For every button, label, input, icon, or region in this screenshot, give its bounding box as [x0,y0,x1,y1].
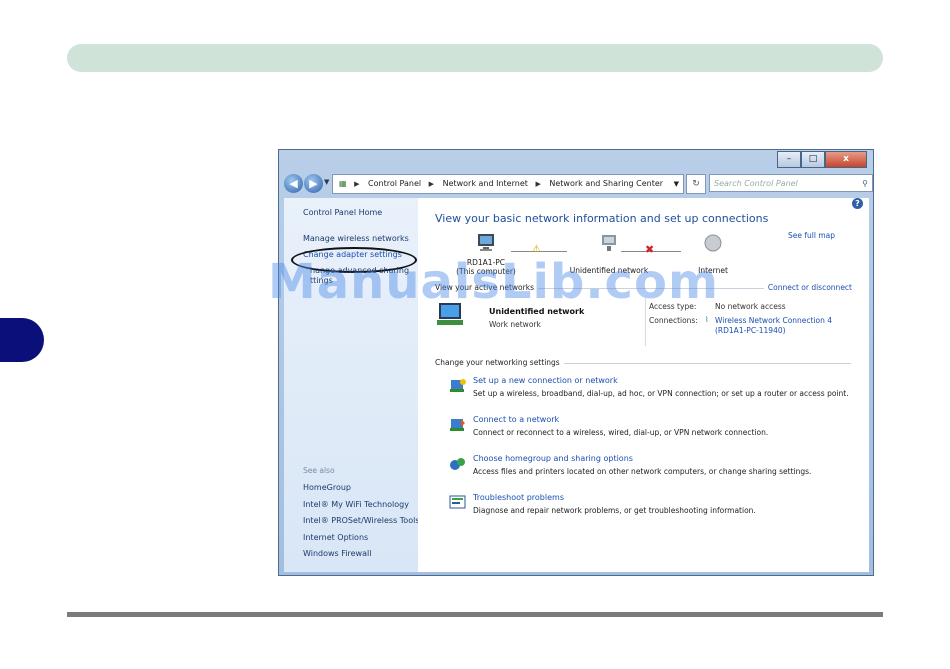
change-settings-label: Change your networking settings [435,358,564,367]
task-homegroup: Choose homegroup and sharing options Acc… [435,454,855,484]
chevron-right-icon: ▶ [535,180,541,188]
connect-disconnect-link[interactable]: Connect or disconnect [763,283,852,292]
troubleshoot-link[interactable]: Troubleshoot problems [473,493,564,502]
task-connect-network: Connect to a network Connect or reconnec… [435,415,855,445]
connect-network-link[interactable]: Connect to a network [473,415,559,424]
wireless-signal-icon: ⌇ [705,315,709,324]
help-icon[interactable]: ? [852,198,863,209]
connections-label: Connections: [649,316,698,325]
sidebar-link-internet-options[interactable]: Internet Options [303,533,368,542]
globe-icon [704,234,722,252]
sidebar-link-my-wifi[interactable]: Intel® My WiFi Technology [303,500,409,509]
control-panel-icon: ▦ [339,179,347,188]
search-icon[interactable]: ⚲ [862,175,868,193]
chapter-tab [0,318,44,362]
see-full-map-link[interactable]: See full map [788,231,835,240]
connection-link[interactable]: Wireless Network Connection 4 [715,316,832,325]
page-title: View your basic network information and … [435,212,769,225]
chevron-down-icon[interactable]: ▼ [674,175,679,193]
sidebar-item-home[interactable]: Control Panel Home [303,208,382,217]
breadcrumb-network-sharing[interactable]: Network and Sharing Center [549,179,663,188]
task-setup-connection: Set up a new connection or network Set u… [435,376,855,406]
sidebar-link-proset[interactable]: Intel® PROSet/Wireless Tools [303,516,420,525]
maximize-button[interactable]: □ [801,151,825,168]
back-icon[interactable]: ◀ [284,174,303,193]
breadcrumb-control-panel[interactable]: Control Panel [368,179,421,188]
connection-link-sub[interactable]: (RD1A1-PC-11940) [715,326,786,335]
page-header-band [67,44,883,72]
connect-network-icon [450,419,465,431]
navigation-bar: ◀ ▶ ▼ ▦ ▶ Control Panel ▶ Network and In… [284,172,873,196]
setup-connection-icon [450,379,466,392]
see-also-label: See also [303,466,335,475]
history-dropdown-icon[interactable]: ▼ [324,178,329,186]
connect-network-desc: Connect or reconnect to a wireless, wire… [473,428,769,437]
sidebar-link-firewall[interactable]: Windows Firewall [303,549,371,558]
chevron-right-icon: ▶ [428,180,435,188]
refresh-icon[interactable]: ↻ [686,174,706,194]
close-button[interactable]: x [825,151,867,168]
task-troubleshoot: Troubleshoot problems Diagnose and repai… [435,493,855,523]
setup-connection-desc: Set up a wireless, broadband, dial-up, a… [473,389,849,398]
watermark-text: ManualsLib.com [268,254,719,310]
network-type-link[interactable]: Work network [489,320,541,329]
sidebar-link-homegroup[interactable]: HomeGroup [303,483,351,492]
chevron-right-icon: ▶ [354,180,360,188]
network-icon [602,235,616,251]
search-placeholder: Search Control Panel [714,179,798,188]
homegroup-desc: Access files and printers located on oth… [473,467,812,476]
homegroup-link[interactable]: Choose homegroup and sharing options [473,454,633,463]
troubleshoot-desc: Diagnose and repair network problems, or… [473,506,756,515]
homegroup-icon [450,458,465,470]
forward-icon[interactable]: ▶ [304,174,323,193]
address-bar[interactable]: ▦ ▶ Control Panel ▶ Network and Internet… [332,174,684,194]
troubleshoot-icon [449,495,466,509]
access-type-value: No network access [715,302,786,311]
window-controls: – □ x [777,151,867,168]
sidebar-item-manage-wireless[interactable]: Manage wireless networks [303,234,409,243]
computer-icon [478,234,494,251]
setup-connection-link[interactable]: Set up a new connection or network [473,376,618,385]
search-input[interactable]: Search Control Panel ⚲ [709,174,873,192]
page-footer-rule [67,612,883,617]
breadcrumb-network-internet[interactable]: Network and Internet [443,179,528,188]
minimize-button[interactable]: – [777,151,801,168]
network-sharing-window: – □ x ◀ ▶ ▼ ▦ ▶ Control Panel ▶ Network … [278,149,874,576]
